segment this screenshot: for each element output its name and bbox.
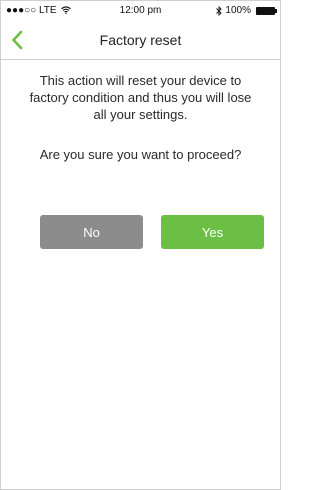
bluetooth-icon <box>216 5 223 16</box>
reset-warning-message: This action will reset your device to fa… <box>29 73 252 122</box>
nav-bar: Factory reset <box>1 21 280 60</box>
yes-button-label: Yes <box>201 224 224 240</box>
battery-icon <box>256 6 277 15</box>
page-title: Factory reset <box>99 32 182 48</box>
yes-button[interactable]: Yes <box>161 215 264 249</box>
no-button[interactable]: No <box>40 215 143 249</box>
no-button-label: No <box>83 224 100 240</box>
status-bar: ●●●○○ LTE 12:00 pm 100% <box>1 1 280 21</box>
confirmation-question: Are you sure you want to proceed? <box>39 147 242 162</box>
battery-percent: 100% <box>225 5 251 16</box>
phone-screen: ●●●○○ LTE 12:00 pm 100% Factory reset Th… <box>0 0 281 490</box>
status-right-group: 100% <box>216 5 277 16</box>
